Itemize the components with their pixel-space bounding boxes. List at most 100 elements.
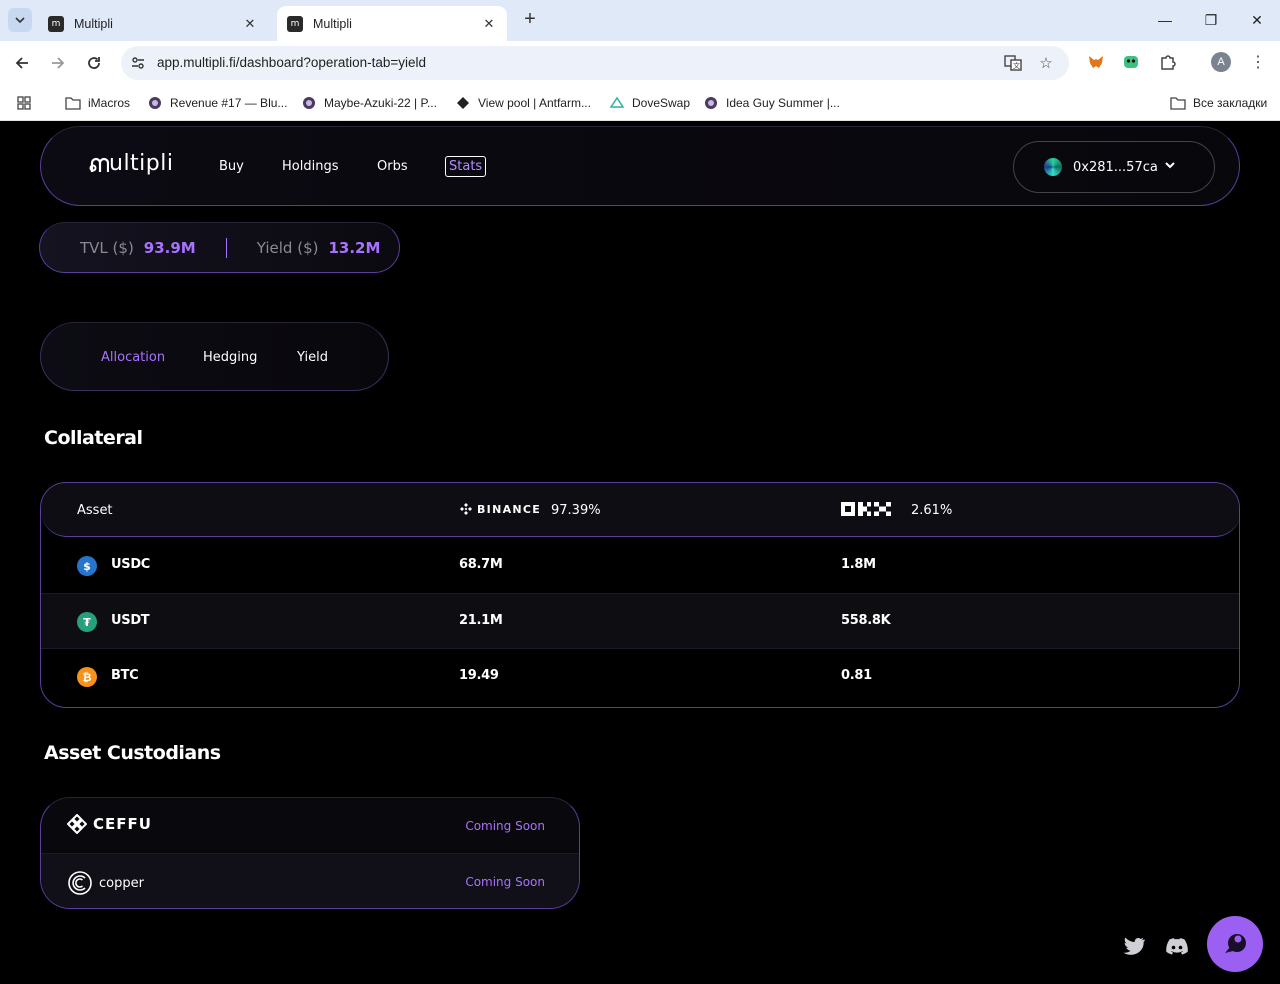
bookmarks-bar: iMacros Revenue #17 — Blu... Maybe-Azuki…: [0, 85, 1280, 121]
close-window-button[interactable]: ✕: [1234, 0, 1280, 40]
binance-logo: BINANCE: [459, 502, 541, 516]
tab-yield[interactable]: Yield: [297, 350, 328, 365]
binance-label: BINANCE: [477, 502, 542, 516]
nav-stats[interactable]: Stats: [445, 156, 487, 177]
site-icon: [455, 95, 471, 111]
bookmark-revenue[interactable]: Revenue #17 — Blu...: [147, 93, 287, 113]
close-tab-icon[interactable]: ✕: [242, 16, 258, 32]
extension-green-icon[interactable]: [1120, 51, 1142, 73]
multipli-favicon-icon: m: [287, 15, 303, 32]
discord-icon[interactable]: [1165, 934, 1189, 958]
all-bookmarks-label: Все закладки: [1193, 96, 1268, 110]
metamask-extension-icon[interactable]: [1085, 51, 1107, 73]
translate-icon[interactable]: 文: [1003, 53, 1023, 73]
okx-logo: [841, 502, 891, 516]
asset-custodians-title: Asset Custodians: [44, 742, 221, 764]
forward-button[interactable]: [46, 51, 70, 75]
coming-soon-label: Coming Soon: [465, 819, 545, 833]
address-bar[interactable]: app.multipli.fi/dashboard?operation-tab=…: [121, 46, 1069, 80]
coming-soon-label: Coming Soon: [465, 875, 545, 889]
table-row-usdc: $ USDC 68.7M 1.8M: [41, 538, 1239, 593]
bookmark-maybe-azuki[interactable]: Maybe-Azuki-22 | P...: [301, 93, 437, 113]
folder-icon: [1170, 95, 1186, 111]
collateral-title: Collateral: [44, 427, 143, 449]
asset-name: USDC: [111, 557, 151, 572]
bookmark-idea-guy[interactable]: Idea Guy Summer |...: [703, 93, 840, 113]
table-header: Asset BINANCE 97.39% 2.61%: [41, 483, 1239, 537]
nav-holdings[interactable]: Holdings: [282, 159, 338, 174]
restore-button[interactable]: ❐: [1188, 0, 1234, 40]
nav-buy[interactable]: Buy: [219, 159, 244, 174]
top-navbar: ultipli Buy Holdings Orbs Stats 0x281...…: [40, 126, 1240, 206]
chat-support-button[interactable]: [1207, 916, 1263, 972]
app-viewport: ultipli Buy Holdings Orbs Stats 0x281...…: [0, 121, 1280, 984]
table-row-btc: ₿ BTC 19.49 0.81: [41, 648, 1239, 703]
asset-column-header: Asset: [77, 503, 113, 518]
wallet-address: 0x281...57ca: [1073, 159, 1158, 175]
all-bookmarks[interactable]: Все закладки: [1170, 93, 1267, 113]
bookmark-doveswap[interactable]: DoveSwap: [609, 93, 690, 113]
yield-label: Yield ($): [256, 238, 319, 257]
nav-orbs[interactable]: Orbs: [377, 159, 408, 174]
binance-amount: 21.1M: [459, 613, 503, 628]
custodian-row-ceffu: CEFFU Coming Soon: [41, 798, 579, 853]
reload-icon: [88, 57, 100, 69]
browser-tab-active[interactable]: m Multipli ✕: [277, 6, 507, 41]
site-icon: [609, 95, 625, 111]
logo-text: ultipli: [109, 151, 174, 176]
folder-icon: [65, 95, 81, 111]
okx-icon: [841, 502, 891, 516]
apps-grid-icon[interactable]: [16, 93, 32, 113]
browser-menu-icon[interactable]: ⋮: [1250, 52, 1266, 72]
binance-amount: 68.7M: [459, 557, 503, 572]
bookmark-imacros[interactable]: iMacros: [65, 93, 130, 113]
bookmark-label: DoveSwap: [632, 96, 691, 110]
back-button[interactable]: [10, 51, 34, 75]
minimize-button[interactable]: —: [1142, 0, 1188, 40]
usdc-icon: $: [77, 556, 97, 576]
bookmark-label: Revenue #17 — Blu...: [170, 96, 288, 110]
table-row-usdt: ₮ USDT 21.1M 558.8K: [41, 593, 1239, 648]
tab-hedging[interactable]: Hedging: [203, 350, 257, 365]
multipli-logo-icon: [89, 157, 109, 172]
profile-avatar[interactable]: A: [1211, 52, 1231, 72]
close-tab-icon[interactable]: ✕: [481, 16, 497, 32]
tab-search-button[interactable]: [8, 8, 32, 32]
tab-allocation[interactable]: Allocation: [101, 350, 165, 365]
okx-amount: 1.8M: [841, 557, 876, 572]
ceffu-logo: CEFFU: [67, 814, 152, 834]
okx-percentage: 2.61%: [911, 503, 953, 518]
btc-icon: ₿: [77, 667, 97, 687]
browser-tab-bar: m Multipli ✕ m Multipli ✕ + — ❐ ✕: [0, 0, 1280, 41]
site-icon: [703, 95, 719, 111]
okx-amount: 0.81: [841, 668, 872, 683]
tab-title: Multipli: [313, 16, 352, 31]
multipli-logo[interactable]: ultipli: [89, 151, 173, 176]
wallet-avatar: [1044, 158, 1062, 176]
custodians-list: CEFFU Coming Soon copper Coming Soon: [40, 797, 580, 909]
tvl-yield-summary: TVL ($) 93.9M Yield ($) 13.2M: [39, 222, 400, 273]
browser-tab[interactable]: m Multipli ✕: [38, 6, 268, 41]
url-text: app.multipli.fi/dashboard?operation-tab=…: [157, 55, 427, 70]
custodian-name: CEFFU: [93, 815, 152, 833]
wallet-button[interactable]: 0x281...57ca: [1013, 141, 1215, 193]
ceffu-icon: [67, 814, 87, 834]
site-info-icon[interactable]: [129, 54, 147, 72]
arrow-right-icon: [52, 57, 65, 69]
tab-title: Multipli: [74, 16, 113, 31]
binance-amount: 19.49: [459, 668, 499, 683]
new-tab-button[interactable]: +: [520, 9, 540, 30]
custodian-row-copper: copper Coming Soon: [41, 853, 579, 908]
bookmark-antfarm[interactable]: View pool | Antfarm...: [455, 93, 591, 113]
chat-icon: [1225, 934, 1246, 953]
operation-tabs: Allocation Hedging Yield: [40, 322, 389, 391]
extensions-puzzle-icon[interactable]: [1157, 51, 1179, 73]
site-icon: [301, 95, 317, 111]
asset-name: BTC: [111, 668, 139, 683]
bookmark-star-icon[interactable]: ☆: [1036, 53, 1056, 73]
twitter-icon[interactable]: [1122, 934, 1146, 958]
collateral-table: Asset BINANCE 97.39% 2.61% $ USDC 68.7M …: [40, 482, 1240, 708]
reload-button[interactable]: [82, 51, 106, 75]
binance-icon: [460, 503, 472, 515]
copper-icon: [68, 871, 92, 895]
